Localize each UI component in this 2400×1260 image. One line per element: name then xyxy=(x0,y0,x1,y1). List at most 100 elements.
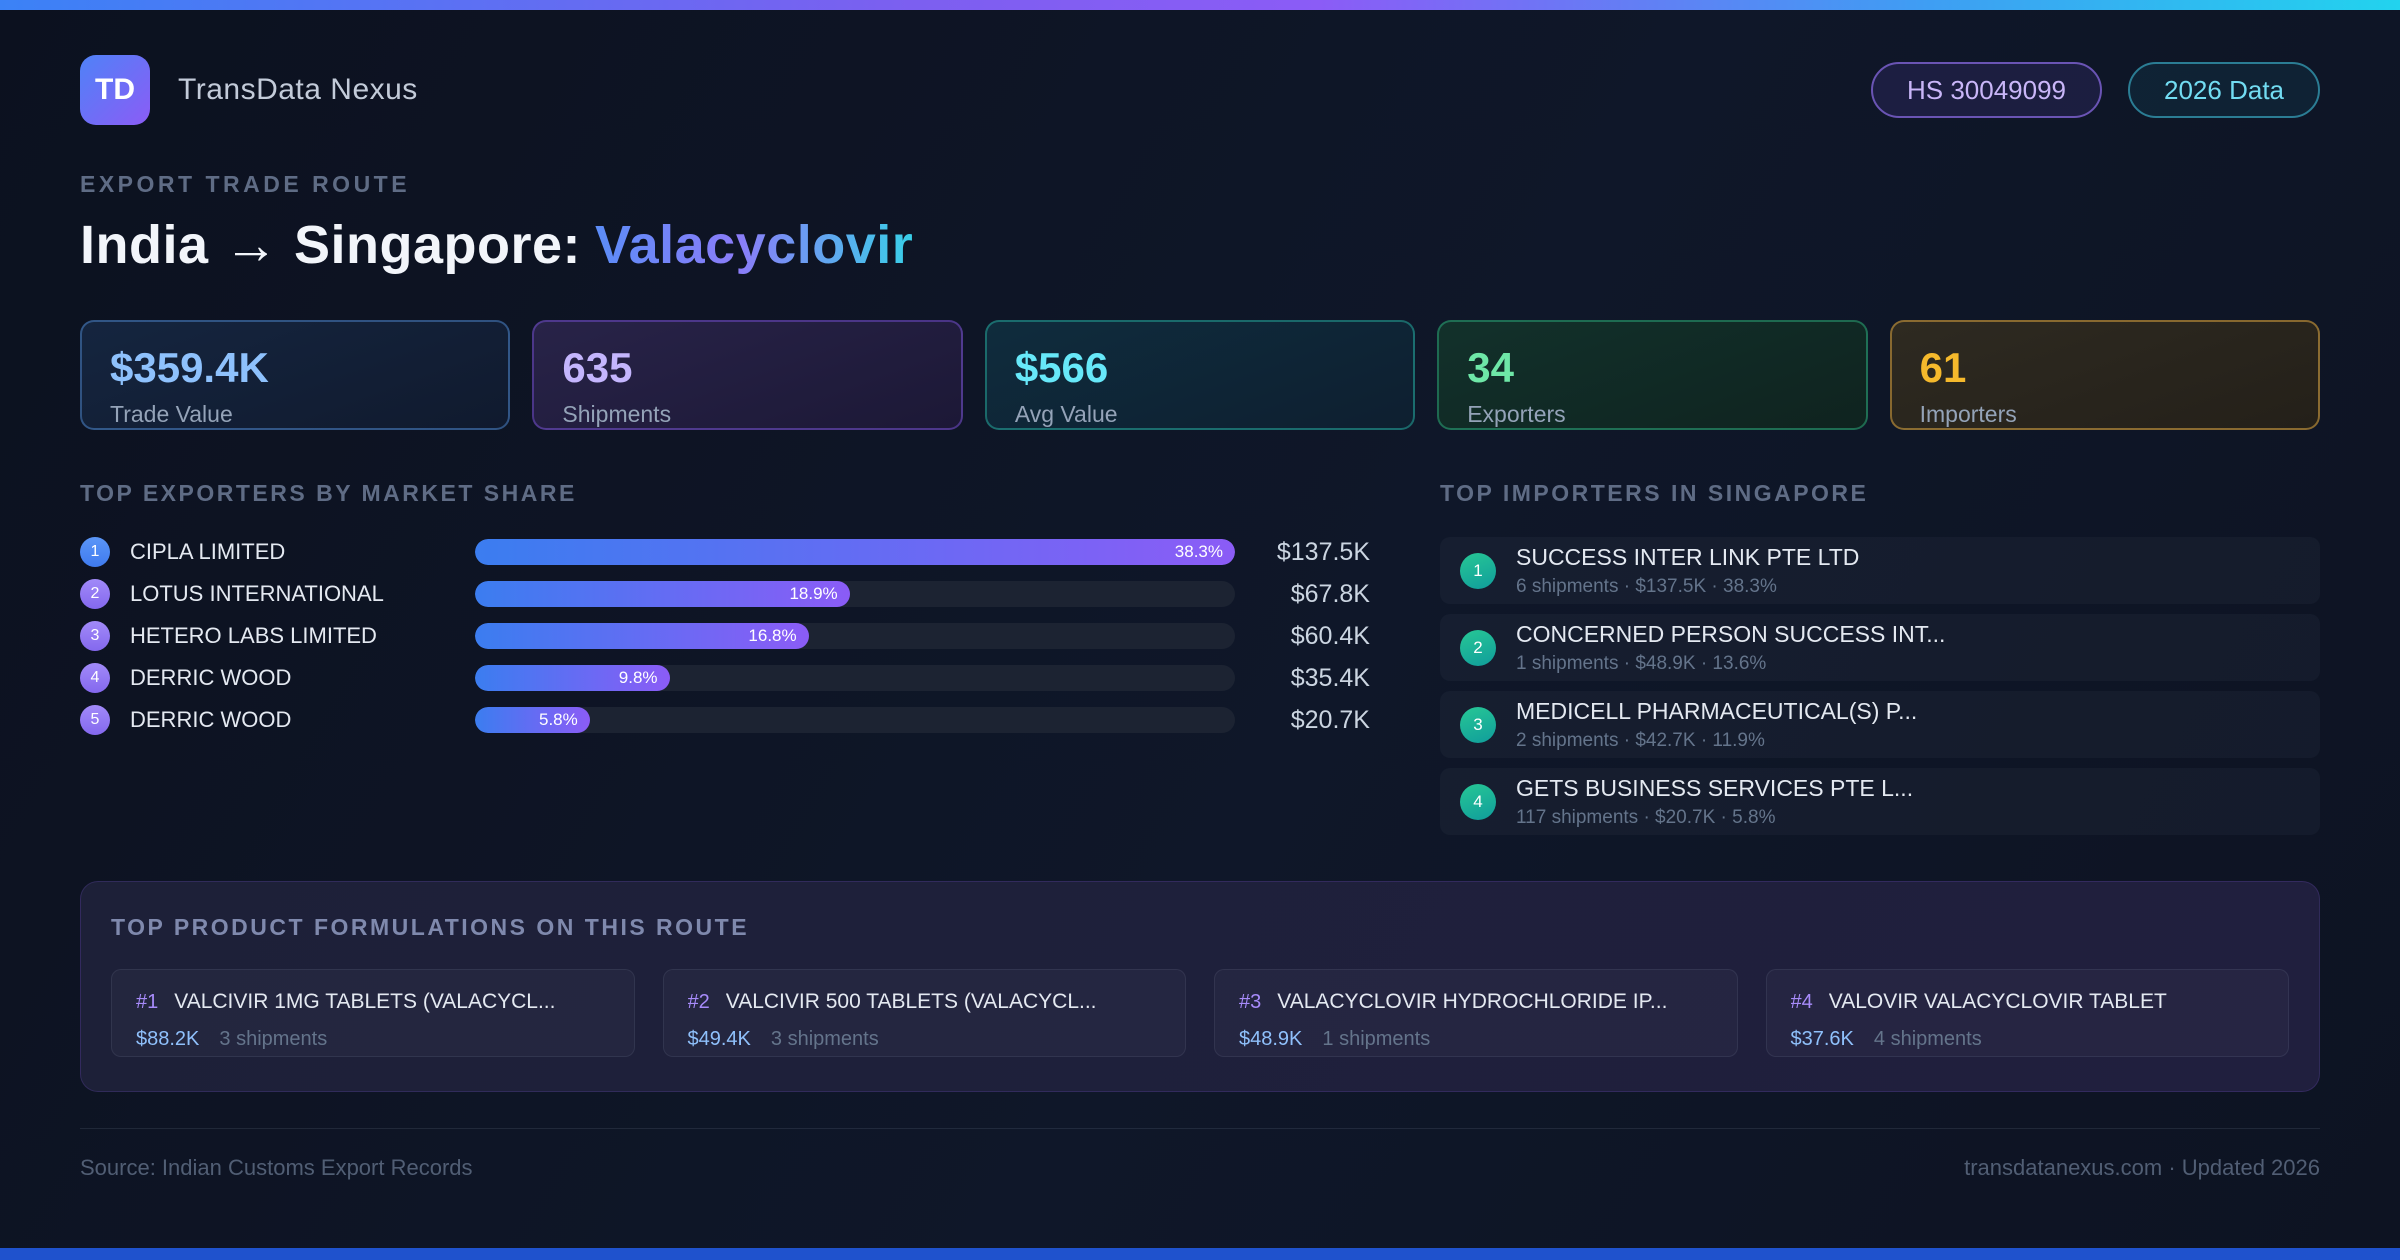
product-header: #4 VALOVIR VALACYCLOVIR TABLET xyxy=(1791,990,2265,1014)
product-value: $49.4K xyxy=(688,1028,751,1051)
exporter-value: $137.5K xyxy=(1255,538,1370,567)
market-share-bar-track: 5.8% xyxy=(475,707,1235,733)
exporter-row: 2 LOTUS INTERNATIONAL 18.9% $67.8K xyxy=(80,579,1370,609)
importer-detail: 1 shipments · $48.9K · 13.6% xyxy=(1516,653,1945,675)
footer-source: Source: Indian Customs Export Records xyxy=(80,1155,473,1181)
exporter-name: LOTUS INTERNATIONAL xyxy=(130,581,455,607)
route-title: India → Singapore: xyxy=(80,215,581,275)
market-share-bar-fill: 9.8% xyxy=(475,665,670,691)
stat-label: Exporters xyxy=(1467,401,1837,428)
market-share-bar-track: 38.3% xyxy=(475,539,1235,565)
market-share-bar-track: 16.8% xyxy=(475,623,1235,649)
exporters-section: TOP EXPORTERS BY MARKET SHARE 1 CIPLA LI… xyxy=(80,480,1370,835)
importer-info: MEDICELL PHARMACEUTICAL(S) P... 2 shipme… xyxy=(1516,698,1917,752)
product-shipments: 3 shipments xyxy=(219,1028,327,1051)
product-rank: #3 xyxy=(1239,991,1261,1014)
product-meta: $49.4K 3 shipments xyxy=(688,1028,1162,1051)
product-card: #3 VALACYCLOVIR HYDROCHLORIDE IP... $48.… xyxy=(1214,969,1738,1057)
importer-rank-badge: 2 xyxy=(1460,630,1496,666)
product-name: VALCIVIR 1MG TABLETS (VALACYCL... xyxy=(174,990,555,1014)
importer-rank-badge: 1 xyxy=(1460,553,1496,589)
products-grid: #1 VALCIVIR 1MG TABLETS (VALACYCL... $88… xyxy=(111,969,2289,1057)
stat-card-exporters: 34 Exporters xyxy=(1437,320,1867,430)
product-header: #1 VALCIVIR 1MG TABLETS (VALACYCL... xyxy=(136,990,610,1014)
importer-detail: 117 shipments · $20.7K · 5.8% xyxy=(1516,807,1913,829)
brand-name: TransData Nexus xyxy=(178,73,418,107)
brand[interactable]: TD TransData Nexus xyxy=(80,55,418,125)
importer-card: 1 SUCCESS INTER LINK PTE LTD 6 shipments… xyxy=(1440,537,2320,604)
market-share-bar-fill: 38.3% xyxy=(475,539,1235,565)
exporter-rank-badge: 5 xyxy=(80,705,110,735)
columns: TOP EXPORTERS BY MARKET SHARE 1 CIPLA LI… xyxy=(80,480,2320,835)
exporter-row: 3 HETERO LABS LIMITED 16.8% $60.4K xyxy=(80,621,1370,651)
market-share-percent: 5.8% xyxy=(539,710,578,730)
products-title: TOP PRODUCT FORMULATIONS ON THIS ROUTE xyxy=(111,914,2289,941)
market-share-bar-fill: 18.9% xyxy=(475,581,850,607)
exporters-title: TOP EXPORTERS BY MARKET SHARE xyxy=(80,480,1370,507)
page-title: India → Singapore:Valacyclovir xyxy=(80,214,2320,276)
exporter-value: $35.4K xyxy=(1255,664,1370,693)
importers-title: TOP IMPORTERS IN SINGAPORE xyxy=(1440,480,2320,507)
product-meta: $48.9K 1 shipments xyxy=(1239,1028,1713,1051)
stat-label: Avg Value xyxy=(1015,401,1385,428)
importers-list: 1 SUCCESS INTER LINK PTE LTD 6 shipments… xyxy=(1440,537,2320,835)
stat-card-trade-value: $359.4K Trade Value xyxy=(80,320,510,430)
importer-name: MEDICELL PHARMACEUTICAL(S) P... xyxy=(1516,698,1917,725)
importer-info: SUCCESS INTER LINK PTE LTD 6 shipments ·… xyxy=(1516,544,1859,598)
footer-site: transdatanexus.com · Updated 2026 xyxy=(1964,1155,2320,1181)
product-value: $37.6K xyxy=(1791,1028,1854,1051)
products-section: TOP PRODUCT FORMULATIONS ON THIS ROUTE #… xyxy=(80,881,2320,1092)
exporter-row: 5 DERRIC WOOD 5.8% $20.7K xyxy=(80,705,1370,735)
importer-rank-badge: 3 xyxy=(1460,707,1496,743)
market-share-percent: 18.9% xyxy=(789,584,837,604)
product-meta: $37.6K 4 shipments xyxy=(1791,1028,2265,1051)
brand-logo[interactable]: TD xyxy=(80,55,150,125)
product-meta: $88.2K 3 shipments xyxy=(136,1028,610,1051)
exporter-row: 1 CIPLA LIMITED 38.3% $137.5K xyxy=(80,537,1370,567)
product-card: #1 VALCIVIR 1MG TABLETS (VALACYCL... $88… xyxy=(111,969,635,1057)
market-share-percent: 38.3% xyxy=(1175,542,1223,562)
header-badges: HS 30049099 2026 Data xyxy=(1871,62,2320,118)
product-shipments: 4 shipments xyxy=(1874,1028,1982,1051)
stat-value: 61 xyxy=(1920,344,2290,392)
product-header: #3 VALACYCLOVIR HYDROCHLORIDE IP... xyxy=(1239,990,1713,1014)
importer-detail: 2 shipments · $42.7K · 11.9% xyxy=(1516,730,1917,752)
stat-card-avg-value: $566 Avg Value xyxy=(985,320,1415,430)
importer-detail: 6 shipments · $137.5K · 38.3% xyxy=(1516,576,1859,598)
product-rank: #2 xyxy=(688,991,710,1014)
bottom-accent-bar xyxy=(0,1248,2400,1260)
stat-label: Shipments xyxy=(562,401,932,428)
importer-info: GETS BUSINESS SERVICES PTE L... 117 ship… xyxy=(1516,775,1913,829)
dashboard: TD TransData Nexus HS 30049099 2026 Data… xyxy=(0,55,2400,1181)
product-rank: #4 xyxy=(1791,991,1813,1014)
hs-code-badge[interactable]: HS 30049099 xyxy=(1871,62,2102,118)
exporter-value: $20.7K xyxy=(1255,706,1370,735)
importer-info: CONCERNED PERSON SUCCESS INT... 1 shipme… xyxy=(1516,621,1945,675)
exporter-name: DERRIC WOOD xyxy=(130,707,455,733)
market-share-bar-fill: 16.8% xyxy=(475,623,809,649)
market-share-bar-track: 9.8% xyxy=(475,665,1235,691)
product-value: $88.2K xyxy=(136,1028,199,1051)
market-share-bar-fill: 5.8% xyxy=(475,707,590,733)
product-title: Valacyclovir xyxy=(595,215,913,275)
stat-value: $566 xyxy=(1015,344,1385,392)
exporter-rank-badge: 4 xyxy=(80,663,110,693)
importer-name: SUCCESS INTER LINK PTE LTD xyxy=(1516,544,1859,571)
exporter-value: $67.8K xyxy=(1255,580,1370,609)
year-data-badge[interactable]: 2026 Data xyxy=(2128,62,2320,118)
exporter-rank-badge: 3 xyxy=(80,621,110,651)
market-share-bar-track: 18.9% xyxy=(475,581,1235,607)
market-share-percent: 9.8% xyxy=(619,668,658,688)
importer-card: 4 GETS BUSINESS SERVICES PTE L... 117 sh… xyxy=(1440,768,2320,835)
exporter-name: DERRIC WOOD xyxy=(130,665,455,691)
stat-label: Trade Value xyxy=(110,401,480,428)
stat-value: 635 xyxy=(562,344,932,392)
product-shipments: 3 shipments xyxy=(771,1028,879,1051)
importers-section: TOP IMPORTERS IN SINGAPORE 1 SUCCESS INT… xyxy=(1440,480,2320,835)
footer: Source: Indian Customs Export Records tr… xyxy=(80,1128,2320,1181)
exporter-name: HETERO LABS LIMITED xyxy=(130,623,455,649)
importer-rank-badge: 4 xyxy=(1460,784,1496,820)
product-name: VALOVIR VALACYCLOVIR TABLET xyxy=(1829,990,2167,1014)
eyebrow-label: EXPORT TRADE ROUTE xyxy=(80,171,2320,198)
product-card: #4 VALOVIR VALACYCLOVIR TABLET $37.6K 4 … xyxy=(1766,969,2290,1057)
